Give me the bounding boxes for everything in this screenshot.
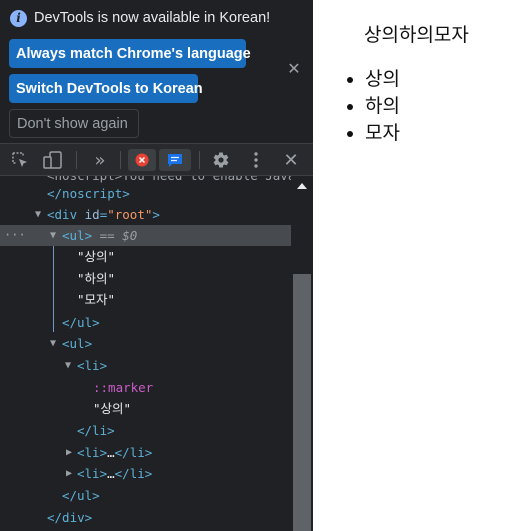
ul-close-tag: </ul> xyxy=(62,488,100,503)
ul-console-var: $0 xyxy=(122,228,138,243)
ul-equals: == xyxy=(92,228,123,243)
settings-icon[interactable] xyxy=(210,149,232,171)
div-attr-value: "root" xyxy=(107,207,153,222)
ul-selected-line[interactable]: ··· ▼ <ul> == $0 xyxy=(0,225,291,246)
expand-triangle-icon[interactable]: ▼ xyxy=(65,355,71,376)
always-match-language-button[interactable]: Always match Chrome's language xyxy=(9,39,251,68)
text-node-line[interactable]: "상의" xyxy=(0,246,291,267)
div-open-tag: <div xyxy=(47,207,78,222)
ul-open-tag: <ul> xyxy=(62,228,93,243)
dont-show-again-button[interactable]: Don't show again xyxy=(9,109,139,138)
div-close-line[interactable]: </div> xyxy=(0,507,291,528)
close-devtools-icon[interactable]: ✕ xyxy=(281,149,301,171)
devtools-toolbar: » ✕ xyxy=(0,143,313,176)
div-attr-name: id xyxy=(84,207,100,222)
page-content: 상의하의모자 상의 하의 모자 xyxy=(313,0,506,531)
expand-triangle-icon[interactable]: ▼ xyxy=(35,204,41,225)
toolbar-separator xyxy=(199,151,200,169)
language-banner: i DevTools is now available in Korean! A… xyxy=(0,0,313,143)
li-close-tag: </li> xyxy=(114,466,153,481)
more-actions-dots-icon[interactable]: ··· xyxy=(4,225,26,246)
banner-message: i DevTools is now available in Korean! xyxy=(10,8,270,28)
collapse-triangle-icon[interactable]: ▶ xyxy=(66,463,72,484)
inspect-element-icon[interactable] xyxy=(9,149,31,171)
li-close-line[interactable]: </li> xyxy=(0,420,291,441)
error-icon xyxy=(135,153,149,167)
li-close-tag: </li> xyxy=(77,423,115,438)
switch-devtools-language-button[interactable]: Switch DevTools to Korean xyxy=(9,74,203,103)
banner-close-icon[interactable]: ✕ xyxy=(286,60,302,78)
info-icon: i xyxy=(10,9,27,27)
elements-tree: <noscript>You need to enable JavaScript … xyxy=(0,176,291,531)
selection-guide-line xyxy=(53,246,54,332)
toolbar-separator xyxy=(120,151,121,169)
banner-message-text: DevTools is now available in Korean! xyxy=(34,10,271,26)
li-line[interactable]: ▼ <li> xyxy=(0,355,291,376)
issues-badge[interactable] xyxy=(159,149,191,171)
li-collapsed-line[interactable]: ▶ <li>…</li> xyxy=(0,442,291,463)
marker-pseudo-line[interactable]: ::marker xyxy=(0,377,291,398)
expand-triangle-icon[interactable]: ▼ xyxy=(50,333,56,354)
scrollbar-thumb[interactable] xyxy=(293,274,311,531)
div-root-line[interactable]: ▼ <div id="root"> xyxy=(0,204,291,225)
noscript-close-line[interactable]: </noscript> xyxy=(0,183,291,204)
toolbar-separator xyxy=(76,151,77,169)
error-badge[interactable] xyxy=(128,149,156,171)
more-tabs-icon[interactable]: » xyxy=(90,149,110,171)
div-open-end: > xyxy=(152,207,160,222)
text-node-line[interactable]: "상의" xyxy=(0,398,291,419)
text-node-line[interactable]: "모자" xyxy=(0,289,291,310)
page-heading-text: 상의하의모자 xyxy=(364,24,469,46)
elements-scrollbar[interactable] xyxy=(291,176,313,531)
li-close-tag: </li> xyxy=(114,445,153,460)
ul-open-tag: <ul> xyxy=(62,336,93,351)
div-close-tag: </div> xyxy=(47,510,93,525)
device-toolbar-icon[interactable] xyxy=(42,149,64,171)
collapse-triangle-icon[interactable]: ▶ xyxy=(66,442,72,463)
li-open-tag: <li> xyxy=(77,466,108,481)
page-list-item: 상의 xyxy=(365,66,400,93)
expand-triangle-icon[interactable]: ▼ xyxy=(50,225,56,246)
issues-icon xyxy=(168,154,182,167)
ul-close-line[interactable]: </ul> xyxy=(0,485,291,506)
text-node-line[interactable]: "하의" xyxy=(0,268,291,289)
ul-close-tag: </ul> xyxy=(62,315,100,330)
collapsed-ellipsis[interactable]: … xyxy=(107,445,115,460)
scroll-up-arrow-icon[interactable] xyxy=(297,183,307,189)
noscript-close-tag: </noscript> xyxy=(47,186,130,201)
page-list-item: 하의 xyxy=(365,93,400,120)
li-collapsed-line[interactable]: ▶ <li>…</li> xyxy=(0,463,291,484)
ul-line[interactable]: ▼ <ul> xyxy=(0,333,291,354)
devtools-panel: i DevTools is now available in Korean! A… xyxy=(0,0,313,531)
li-open-tag: <li> xyxy=(77,445,108,460)
more-options-icon[interactable] xyxy=(247,149,265,171)
li-open-tag: <li> xyxy=(77,358,108,373)
page-list-item: 모자 xyxy=(365,120,400,147)
page-list: 상의 하의 모자 xyxy=(335,66,400,147)
collapsed-ellipsis[interactable]: … xyxy=(107,466,115,481)
ul-close-line[interactable]: </ul> xyxy=(0,312,291,333)
